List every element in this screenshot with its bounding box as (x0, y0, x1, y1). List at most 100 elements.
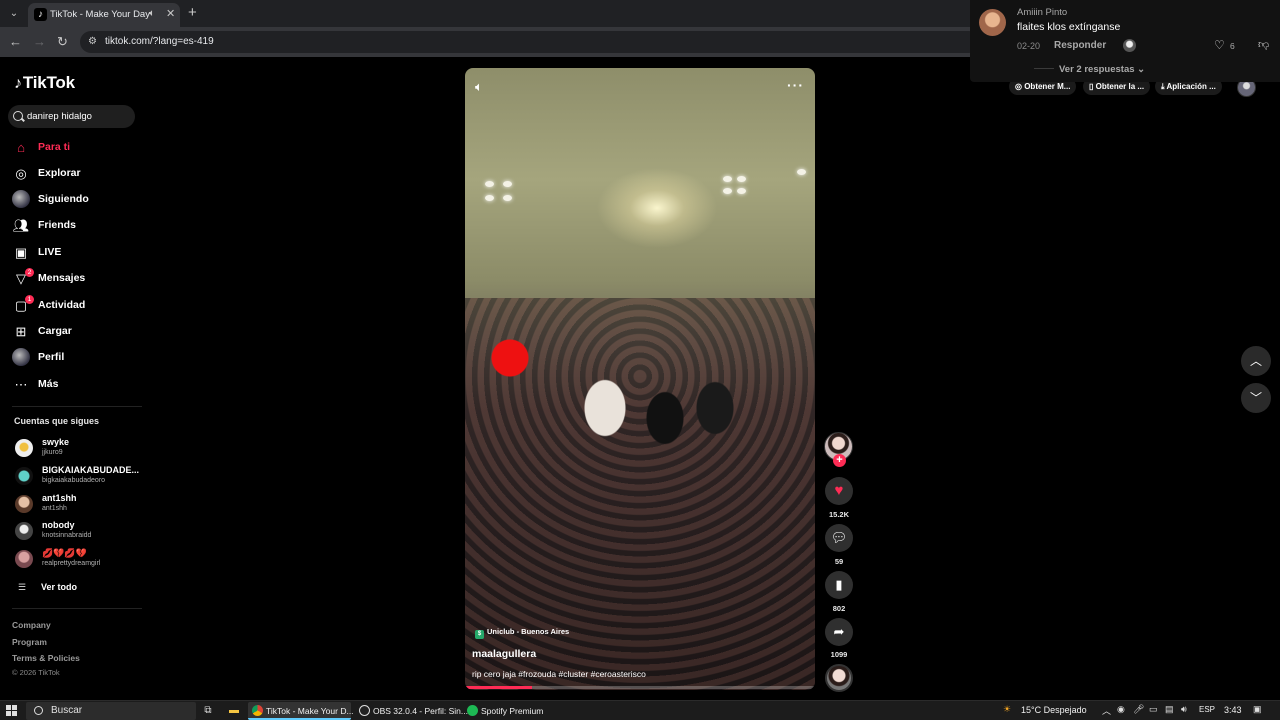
browser-tab[interactable]: ♪ TikTok - Make Your Day 🔈︎ ✕ (28, 3, 180, 27)
language-indicator[interactable]: ESP (1199, 705, 1215, 714)
music-disc-icon[interactable] (825, 664, 853, 692)
nav-item-mas[interactable]: ⋯ Más (12, 374, 142, 396)
tray-chevron-up-icon[interactable]: ︿ (1102, 704, 1111, 717)
taskbar-app-label: TikTok - Make Your D... (266, 706, 354, 716)
account-username: realprettydreamgirl (42, 560, 101, 567)
search-input[interactable]: danirep hidalgo (8, 105, 135, 128)
previous-video-chevron-up-icon[interactable]: ︿ (1241, 346, 1271, 376)
follow-plus-icon[interactable]: + (833, 454, 846, 467)
forward-arrow-icon[interactable]: → (33, 34, 46, 50)
video-progress-bar[interactable] (465, 686, 815, 689)
next-video-chevron-down-icon[interactable]: ﹀ (1241, 383, 1271, 413)
battery-icon[interactable]: ▭ (1149, 704, 1158, 715)
speaker-icon[interactable]: 🔊︎ (1181, 704, 1187, 715)
view-replies-button[interactable]: Ver 2 respuestas ⌄ (1034, 64, 1145, 75)
stage-light (723, 188, 732, 194)
taskbar-search-input[interactable]: Buscar (26, 702, 196, 720)
nav-item-explorar[interactable]: ◎ Explorar (12, 163, 142, 185)
weather-text[interactable]: 15°C Despejado (1021, 705, 1087, 715)
task-view-icon[interactable]: ⧉ (201, 704, 215, 718)
tiktok-favicon-icon: ♪ (34, 8, 47, 21)
tab-audio-icon[interactable]: 🔈︎ (149, 8, 155, 19)
nav-item-cargar[interactable]: ⊞ Cargar (12, 321, 142, 343)
tab-search-chevron-icon[interactable]: ⌄ (6, 6, 22, 22)
notification-icon[interactable]: ▣ (1253, 704, 1262, 715)
taskbar-app-spotify[interactable]: Spotify Premium (463, 702, 547, 720)
account-name: 💋💔💋💔 (42, 548, 87, 558)
list-icon: ☰ (18, 582, 27, 592)
avatar (15, 550, 33, 568)
nav-item-perfil[interactable]: Perfil (12, 347, 142, 369)
location-text: Uniclub - Buenos Aires (487, 627, 570, 636)
network-icon[interactable]: ▤ (1165, 704, 1174, 715)
tab-close-icon[interactable]: ✕ (166, 7, 175, 20)
taskbar-app-label: OBS 32.0.4 - Perfil: Sin... (373, 706, 468, 716)
avatar (15, 522, 33, 540)
account-username: ant1shh (42, 505, 67, 512)
url-text[interactable]: tiktok.com/?lang=es-419 (105, 36, 214, 47)
new-tab-plus-icon[interactable]: + (188, 4, 197, 21)
nav-item-actividad[interactable]: ▢ 1 Actividad (12, 295, 142, 317)
share-count: 1099 (830, 650, 848, 659)
chrome-icon (252, 705, 263, 716)
upload-icon: ⊞ (15, 324, 27, 339)
nav-item-live[interactable]: ▣ LIVE (12, 242, 142, 264)
nav-item-mensajes[interactable]: ▽ 2 Mensajes (12, 268, 142, 290)
nav-label: Siguiendo (38, 193, 89, 205)
nav-label: Mensajes (38, 272, 86, 284)
windows-start-icon[interactable] (6, 705, 18, 717)
nav-item-friends[interactable]: 👥︎ Friends (12, 215, 142, 237)
video-author[interactable]: maalagullera (472, 648, 536, 660)
account-name: nobody (42, 520, 75, 530)
nav-label: Perfil (38, 351, 65, 363)
following-account[interactable]: nobody knotsinnabraidd (14, 518, 144, 544)
video-progress-fill (465, 686, 532, 689)
video-player[interactable]: 🔈︎ ··· $ Uniclub - Buenos Aires maalagull… (465, 68, 815, 690)
taskbar-app-obs[interactable]: OBS 32.0.4 - Perfil: Sin... (355, 702, 468, 720)
site-settings-icon[interactable]: ⚙ (88, 36, 100, 48)
comment-icon[interactable]: 💬︎ (825, 524, 853, 552)
share-arrow-icon[interactable]: ➦ (825, 618, 853, 646)
following-account[interactable]: BIGKAIAKABUDADE... bigkaiakabudadeoro (14, 463, 144, 489)
sidebar-divider (12, 406, 142, 407)
footer-terms-link[interactable]: Terms & Policies (12, 653, 80, 663)
bookmark-icon[interactable]: ▮ (825, 571, 853, 599)
following-account[interactable]: 💋💔💋💔 realprettydreamgirl (14, 546, 144, 572)
clock-time[interactable]: 3:43 (1224, 705, 1242, 715)
tiktok-logo[interactable]: ♪TikTok (14, 73, 75, 93)
weather-sun-icon[interactable]: ☀ (1003, 704, 1011, 715)
following-account[interactable]: ant1shh ant1shh (14, 491, 144, 517)
search-icon (13, 111, 23, 121)
location-tag[interactable]: $ Uniclub - Buenos Aires (475, 627, 569, 639)
dislike-icon[interactable]: 👎︎ (1258, 38, 1269, 51)
commenter-name[interactable]: Amiiin Pinto (1017, 7, 1067, 18)
nav-item-siguiendo[interactable]: Siguiendo (12, 189, 142, 211)
spotify-icon (467, 705, 478, 716)
back-arrow-icon[interactable]: ← (9, 34, 22, 50)
tab-title: TikTok - Make Your Day (50, 9, 150, 20)
commenter-avatar[interactable] (979, 9, 1006, 36)
view-replies-label: Ver 2 respuestas (1059, 64, 1135, 75)
reload-icon[interactable]: ↻ (57, 34, 68, 50)
footer-program-link[interactable]: Program (12, 637, 47, 647)
nav-label: Cargar (38, 325, 72, 337)
taskbar-app-chrome[interactable]: TikTok - Make Your D... (248, 702, 354, 720)
file-explorer-icon[interactable]: ▬ (227, 704, 241, 718)
avatar (15, 495, 33, 513)
microphone-icon[interactable]: 🎤︎ (1133, 704, 1144, 715)
see-all-button[interactable]: ☰ Ver todo (14, 580, 144, 596)
following-account[interactable]: swyke jjkuro9 (14, 435, 144, 461)
comment-like-heart-icon[interactable]: ♡ (1214, 38, 1225, 52)
comment-popup: Amiiin Pinto flaites klos extínganse 02-… (970, 0, 1280, 82)
following-section-title: Cuentas que sigues (14, 416, 100, 426)
comment-like-count: 6 (1230, 41, 1235, 51)
volume-icon[interactable]: 🔈︎ (475, 79, 491, 95)
like-heart-icon[interactable]: ♥ (825, 477, 853, 505)
account-username: jjkuro9 (42, 449, 63, 456)
address-bar[interactable]: ⚙ tiktok.com/?lang=es-419 (80, 31, 980, 53)
more-options-icon[interactable]: ··· (787, 77, 804, 93)
reply-button[interactable]: Responder (1054, 40, 1106, 51)
footer-company-link[interactable]: Company (12, 620, 51, 630)
nav-item-para-ti[interactable]: ⌂ Para ti (12, 137, 142, 159)
discord-icon[interactable]: ◉ (1117, 704, 1125, 715)
